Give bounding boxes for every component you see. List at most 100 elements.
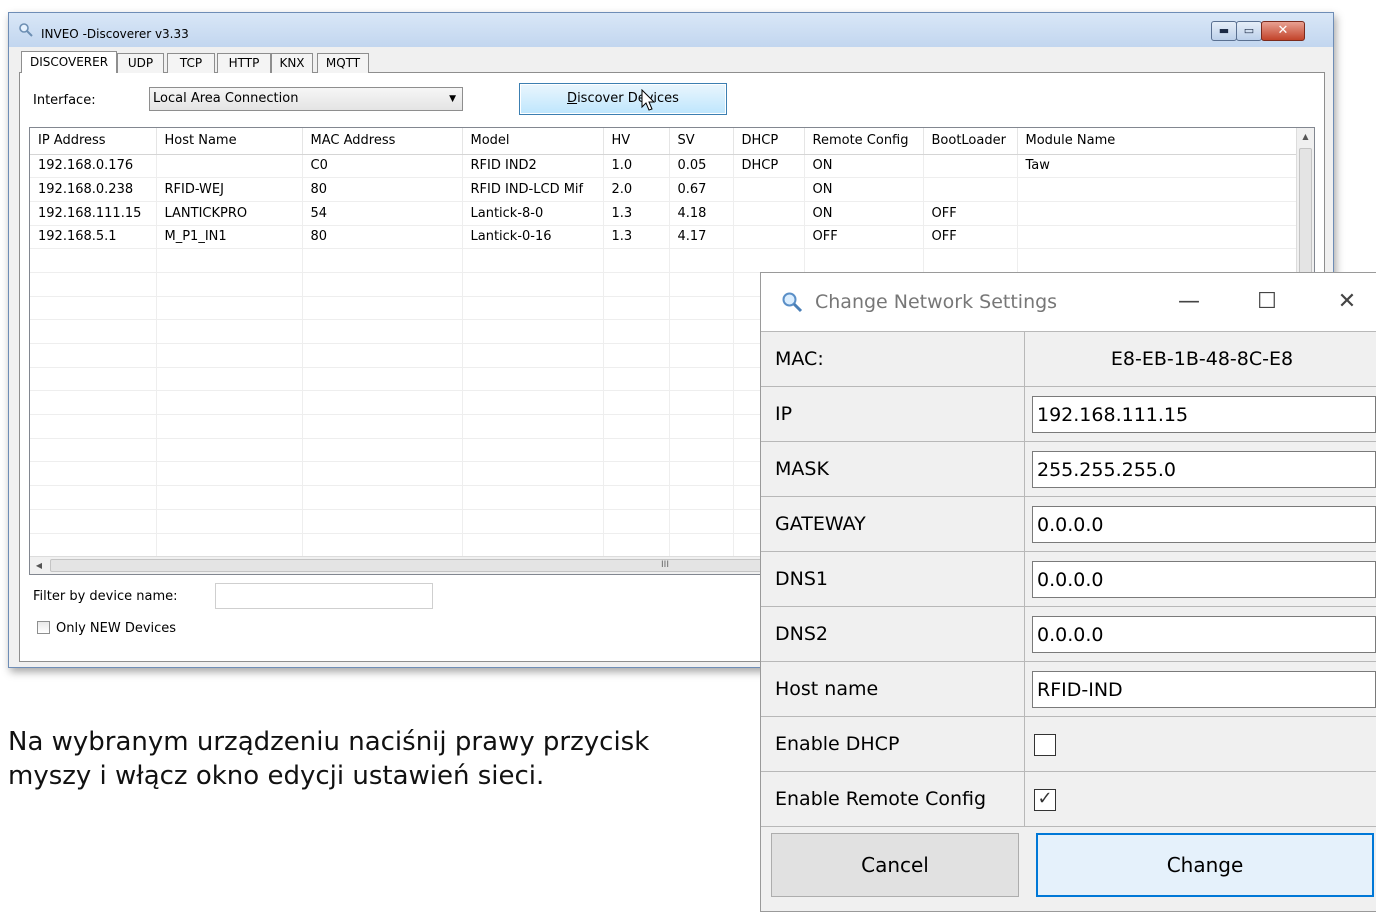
table-cell (302, 248, 463, 273)
table-cell: 80 (302, 177, 463, 202)
discover-label: iscover Devices (577, 91, 679, 106)
dns2-field[interactable] (1032, 616, 1376, 653)
change-button[interactable]: Change (1036, 833, 1374, 897)
column-host-name[interactable]: Host Name (156, 128, 303, 155)
table-cell (603, 509, 670, 534)
table-cell (603, 367, 670, 392)
table-cell (30, 367, 157, 392)
close-button[interactable]: ✕ (1261, 21, 1305, 41)
cancel-button[interactable]: Cancel (771, 833, 1019, 897)
tab-discoverer[interactable]: DISCOVERER (21, 51, 117, 73)
enable-remote-config-checkbox[interactable]: ✓ (1034, 789, 1056, 811)
table-cell (156, 154, 303, 179)
table-cell (603, 461, 670, 487)
dns1-field[interactable] (1032, 561, 1376, 598)
table-cell: 192.168.0.176 (30, 154, 157, 179)
column-remote-config[interactable]: Remote Config (804, 128, 924, 155)
table-cell (156, 509, 303, 534)
table-cell (669, 343, 734, 368)
table-cell: 54 (302, 201, 463, 226)
hostname-field[interactable] (1032, 671, 1376, 708)
table-row[interactable]: 192.168.0.176 C0 RFID IND2 1.0 0.05 DHCP ON Taw (30, 154, 1298, 179)
table-cell (156, 272, 303, 297)
column-bootloader[interactable]: BootLoader (923, 128, 1018, 155)
table-cell: OFF (804, 225, 924, 250)
gateway-label: GATEWAY (761, 497, 1025, 551)
tab-http[interactable]: HTTP (217, 53, 271, 73)
table-cell: 1.3 (603, 225, 670, 250)
table-cell (669, 414, 734, 439)
table-cell: OFF (923, 225, 1018, 250)
filter-label: Filter by device name: (33, 589, 178, 604)
table-cell: 2.0 (603, 177, 670, 202)
table-cell: 192.168.5.1 (30, 225, 157, 250)
table-cell (156, 319, 303, 344)
table-cell (669, 367, 734, 392)
table-cell (30, 509, 157, 534)
tab-tcp[interactable]: TCP (167, 53, 215, 73)
scroll-up-icon[interactable]: ▲ (1297, 128, 1314, 146)
mask-row: MASK (761, 441, 1376, 496)
remote-config-row: Enable Remote Config ✓ (761, 771, 1376, 826)
only-new-devices-checkbox[interactable]: Only NEW Devices (37, 621, 176, 636)
dialog-titlebar[interactable]: Change Network Settings — ☐ ✕ (761, 273, 1376, 331)
column-ip-address[interactable]: IP Address (30, 128, 157, 155)
enable-dhcp-checkbox[interactable] (1034, 734, 1056, 756)
table-cell (302, 390, 463, 416)
instruction-caption: Na wybranym urządzeniu naciśnij prawy pr… (8, 725, 768, 793)
table-cell (302, 343, 463, 368)
table-row[interactable]: 192.168.5.1 M_P1_IN1 80 Lantick-0-16 1.3 4.17… (30, 225, 1298, 250)
scroll-left-icon[interactable]: ◀ (30, 557, 48, 574)
maximize-button[interactable]: ▭ (1236, 21, 1262, 41)
mask-field[interactable] (1032, 451, 1376, 488)
column-dhcp[interactable]: DHCP (733, 128, 805, 155)
window-titlebar[interactable]: INVEO -Discoverer v3.33 ▬ ▭ ✕ (9, 13, 1333, 47)
gateway-field[interactable] (1032, 506, 1376, 543)
column-sv[interactable]: SV (669, 128, 734, 155)
tab-mqtt[interactable]: MQTT (317, 53, 369, 73)
column-hv[interactable]: HV (603, 128, 670, 155)
ip-field[interactable] (1032, 396, 1376, 433)
table-cell (462, 509, 604, 534)
dns2-row: DNS2 (761, 606, 1376, 661)
interface-select[interactable]: Local Area Connection ▼ (149, 87, 463, 111)
table-cell (669, 296, 734, 321)
table-cell: ON (804, 201, 924, 226)
table-cell (156, 485, 303, 510)
table-cell (302, 414, 463, 439)
table-cell (302, 485, 463, 510)
table-cell (669, 272, 734, 297)
filter-input[interactable] (215, 583, 433, 609)
minimize-button[interactable]: ▬ (1211, 21, 1237, 41)
change-network-settings-dialog: Change Network Settings — ☐ ✕ MAC: E8-EB… (760, 272, 1376, 912)
table-row[interactable]: 192.168.111.15 LANTICKPRO 54 Lantick-8-0 1.3… (30, 201, 1298, 226)
dialog-minimize-button[interactable]: — (1169, 285, 1209, 319)
column-module-name[interactable]: Module Name (1017, 128, 1298, 155)
table-cell (462, 438, 604, 463)
minimize-icon: ▬ (1218, 24, 1230, 37)
table-cell (733, 177, 805, 202)
column-model[interactable]: Model (462, 128, 604, 155)
mouse-cursor-icon (641, 89, 656, 111)
table-cell (302, 533, 463, 558)
dropdown-arrow-icon: ▼ (449, 94, 456, 104)
table-cell (733, 248, 805, 273)
ip-row: IP (761, 386, 1376, 441)
table-row[interactable]: 192.168.0.238 RFID-WEJ 80 RFID IND-LCD Mif 2… (30, 177, 1298, 202)
dialog-maximize-button[interactable]: ☐ (1247, 285, 1287, 319)
discover-devices-button[interactable]: Discover Devices (519, 83, 727, 115)
dialog-close-button[interactable]: ✕ (1327, 285, 1367, 319)
checkbox-icon[interactable] (37, 621, 50, 634)
table-cell (156, 533, 303, 558)
table-cell (462, 296, 604, 321)
table-cell (462, 461, 604, 487)
table-cell (1017, 248, 1298, 273)
column-mac-address[interactable]: MAC Address (302, 128, 463, 155)
tab-udp[interactable]: UDP (117, 53, 164, 73)
tab-knx[interactable]: KNX (271, 53, 313, 73)
table-cell: LANTICKPRO (156, 201, 303, 226)
close-icon: ✕ (1277, 23, 1289, 38)
maximize-icon: ▭ (1243, 24, 1255, 37)
table-cell (156, 390, 303, 416)
table-header: IP Address Host Name MAC Address Model H… (30, 128, 1298, 155)
